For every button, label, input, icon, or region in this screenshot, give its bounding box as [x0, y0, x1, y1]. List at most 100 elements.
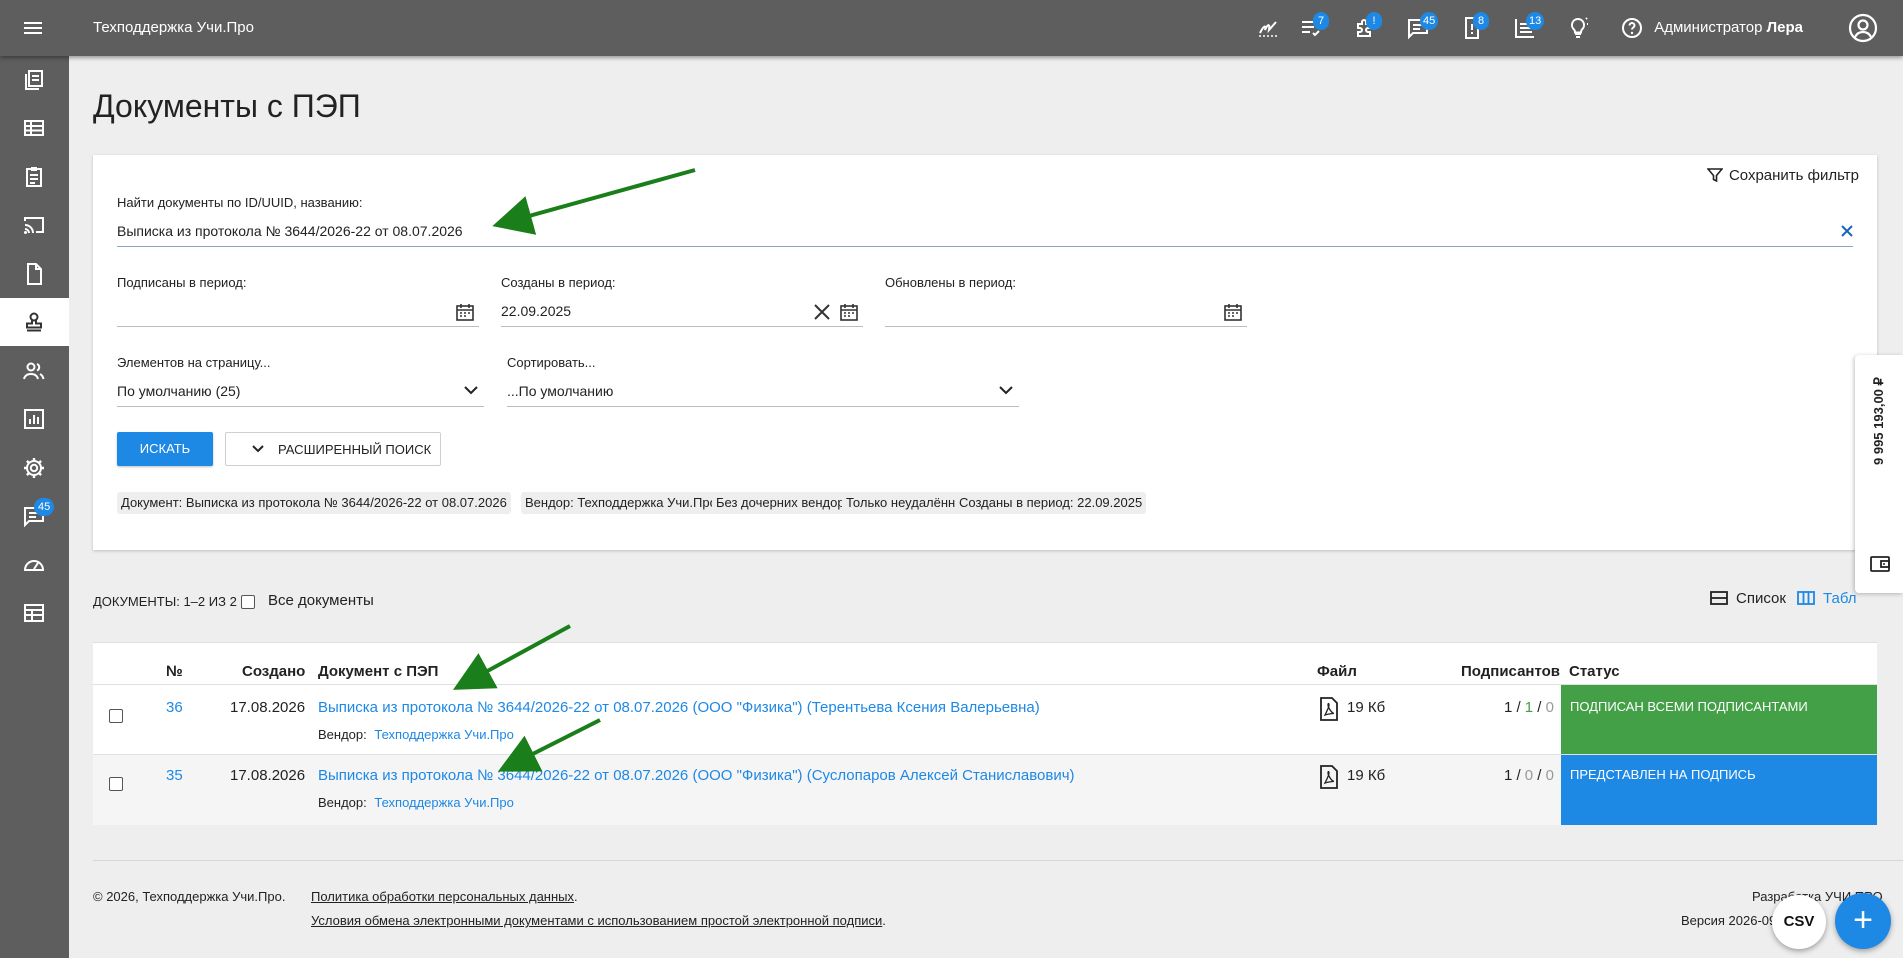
stamp-icon	[26, 312, 42, 332]
user-role: Администратор	[1654, 19, 1763, 36]
add-document-button[interactable]: +	[1835, 893, 1891, 949]
doc-number-link[interactable]: 35	[166, 767, 183, 784]
created-period-input[interactable]: 22.09.2025	[501, 297, 863, 327]
signers-count: 1 / 0 / 0	[1503, 767, 1554, 784]
sidebar-item-clipboard[interactable]	[0, 153, 69, 201]
filter-chip-document[interactable]: Документ: Выписка из протокола № 3644/20…	[117, 492, 511, 514]
account-icon[interactable]	[1848, 13, 1878, 43]
sidebar-item-chat[interactable]: 45	[0, 492, 69, 540]
row-checkbox[interactable]	[109, 777, 123, 791]
lightbulb-icon[interactable]	[1562, 12, 1594, 44]
all-documents-label[interactable]: Все документы	[268, 592, 374, 609]
sidebar-item-dashboard[interactable]	[0, 541, 69, 589]
filter-chip-no-children[interactable]: Без дочерних вендоров	[712, 492, 863, 514]
document-link[interactable]: Выписка из протокола № 3644/2026-22 от 0…	[318, 699, 1040, 716]
pdf-file-icon[interactable]	[1320, 765, 1338, 789]
table-row[interactable]: 35 17.08.2026 Выписка из протокола № 364…	[93, 754, 1877, 825]
table-row[interactable]: 36 17.08.2026 Выписка из протокола № 364…	[93, 684, 1877, 755]
advanced-search-button[interactable]: РАСШИРЕННЫЙ ПОИСК	[225, 432, 441, 466]
sidebar-item-schedule[interactable]	[0, 589, 69, 637]
chevron-down-icon	[252, 445, 264, 453]
status-badge: ПОДПИСАН ВСЕМИ ПОДПИСАНТАМИ	[1561, 685, 1877, 755]
plugin-badge: !	[1366, 12, 1382, 30]
col-header-created[interactable]: Создано	[242, 663, 305, 680]
pdf-file-icon[interactable]	[1320, 697, 1338, 721]
balance-panel[interactable]: 9 995 193,00 ₽	[1855, 355, 1903, 593]
alert-file-icon[interactable]: 8	[1456, 12, 1489, 44]
view-table-toggle[interactable]: Табл	[1797, 590, 1857, 607]
privacy-policy-link[interactable]: Политика обработки персональных данных.	[311, 889, 578, 904]
copyright: © 2026, Техподдержка Учи.Про.	[93, 889, 286, 904]
sidebar: 45	[0, 56, 69, 958]
sidebar-item-stamp[interactable]	[0, 298, 69, 346]
vendor-link[interactable]: Техподдержка Учи.Про	[374, 795, 514, 810]
speedometer-icon	[23, 560, 45, 571]
csv-export-button[interactable]: CSV	[1772, 895, 1826, 949]
all-documents-checkbox[interactable]	[241, 595, 255, 609]
sidebar-item-settings[interactable]	[0, 444, 69, 492]
status-badge: ПРЕДСТАВЛЕН НА ПОДПИСЬ	[1561, 755, 1877, 825]
user-menu[interactable]: Администратор Лера	[1654, 19, 1803, 36]
status-text: ПРЕДСТАВЛЕН НА ПОДПИСЬ	[1570, 767, 1756, 782]
col-header-status[interactable]: Статус	[1569, 663, 1620, 680]
signed-period-label: Подписаны в период:	[117, 275, 247, 290]
messages-icon[interactable]: 45	[1402, 12, 1439, 44]
col-header-document[interactable]: Документ с ПЭП	[318, 663, 438, 680]
sort-select[interactable]: ...По умолчанию	[507, 377, 1019, 407]
col-header-num[interactable]: №	[166, 663, 183, 680]
calendar-icon[interactable]	[455, 302, 475, 322]
created-date: 17.08.2026	[230, 767, 306, 784]
table-view-icon	[1797, 591, 1815, 605]
calendar-table-icon	[24, 604, 44, 622]
plugin-icon[interactable]: !	[1349, 12, 1382, 44]
sidebar-item-file[interactable]	[0, 250, 69, 298]
filter-chip-vendor[interactable]: Вендор: Техподдержка Учи.Про	[521, 492, 721, 514]
users-icon	[23, 362, 45, 380]
calendar-icon[interactable]	[839, 302, 859, 322]
col-header-file[interactable]: Файл	[1317, 663, 1357, 680]
list-icon[interactable]: 13	[1509, 12, 1545, 44]
created-period-label: Созданы в период:	[501, 275, 616, 290]
signature-icon[interactable]	[1252, 12, 1284, 44]
messages-badge: 45	[1420, 12, 1439, 30]
calendar-icon[interactable]	[1223, 302, 1243, 322]
balance-amount: 9 995 193,00 ₽	[1871, 377, 1886, 465]
updated-period-input[interactable]	[885, 297, 1247, 327]
clipboard-icon	[26, 167, 42, 187]
row-checkbox[interactable]	[109, 709, 123, 723]
menu-icon[interactable]	[21, 16, 45, 40]
status-text: ПОДПИСАН ВСЕМИ ПОДПИСАНТАМИ	[1570, 699, 1808, 714]
sidebar-item-reports[interactable]	[0, 395, 69, 443]
updated-period-label: Обновлены в период:	[885, 275, 1016, 290]
col-header-signers[interactable]: Подписантов	[1461, 663, 1560, 680]
wallet-icon[interactable]	[1870, 555, 1890, 573]
file-size: 19 Кб	[1347, 767, 1386, 784]
search-button[interactable]: ИСКАТЬ	[117, 432, 213, 466]
documents-icon	[25, 70, 43, 90]
sort-label: Сортировать...	[507, 355, 596, 370]
filter-panel: Сохранить фильтр Найти документы по ID/U…	[93, 155, 1877, 550]
search-input[interactable]: Выписка из протокола № 3644/2026-22 от 0…	[117, 217, 1853, 247]
view-list-toggle[interactable]: Список	[1710, 590, 1786, 607]
save-filter-button[interactable]: Сохранить фильтр	[1706, 167, 1859, 184]
sidebar-item-documents[interactable]	[0, 56, 69, 104]
chat-badge: 45	[34, 498, 55, 516]
doc-number-link[interactable]: 36	[166, 699, 183, 716]
signed-period-input[interactable]	[117, 297, 479, 327]
help-icon[interactable]	[1616, 12, 1648, 44]
tasks-icon[interactable]: 7	[1295, 12, 1329, 44]
document-link[interactable]: Выписка из протокола № 3644/2026-22 от 0…	[318, 767, 1075, 784]
clear-search-icon[interactable]	[1841, 225, 1853, 237]
top-app-bar: Техподдержка Учи.Про 7 ! 45 8 13 Админис…	[0, 0, 1903, 56]
clear-date-icon[interactable]	[813, 303, 831, 321]
filter-chip-created-period[interactable]: Созданы в период: 22.09.2025	[955, 492, 1147, 514]
page-title: Документы с ПЭП	[93, 88, 361, 124]
vendor-link[interactable]: Техподдержка Учи.Про	[374, 727, 514, 742]
terms-link[interactable]: Условия обмена электронными документами …	[311, 913, 886, 928]
sidebar-item-cast[interactable]	[0, 201, 69, 249]
per-page-select[interactable]: По умолчанию (25)	[117, 377, 484, 407]
vendor-label: Вендор:	[318, 795, 367, 810]
sidebar-item-users[interactable]	[0, 347, 69, 395]
sidebar-item-table[interactable]	[0, 104, 69, 152]
user-name: Лера	[1766, 19, 1803, 36]
